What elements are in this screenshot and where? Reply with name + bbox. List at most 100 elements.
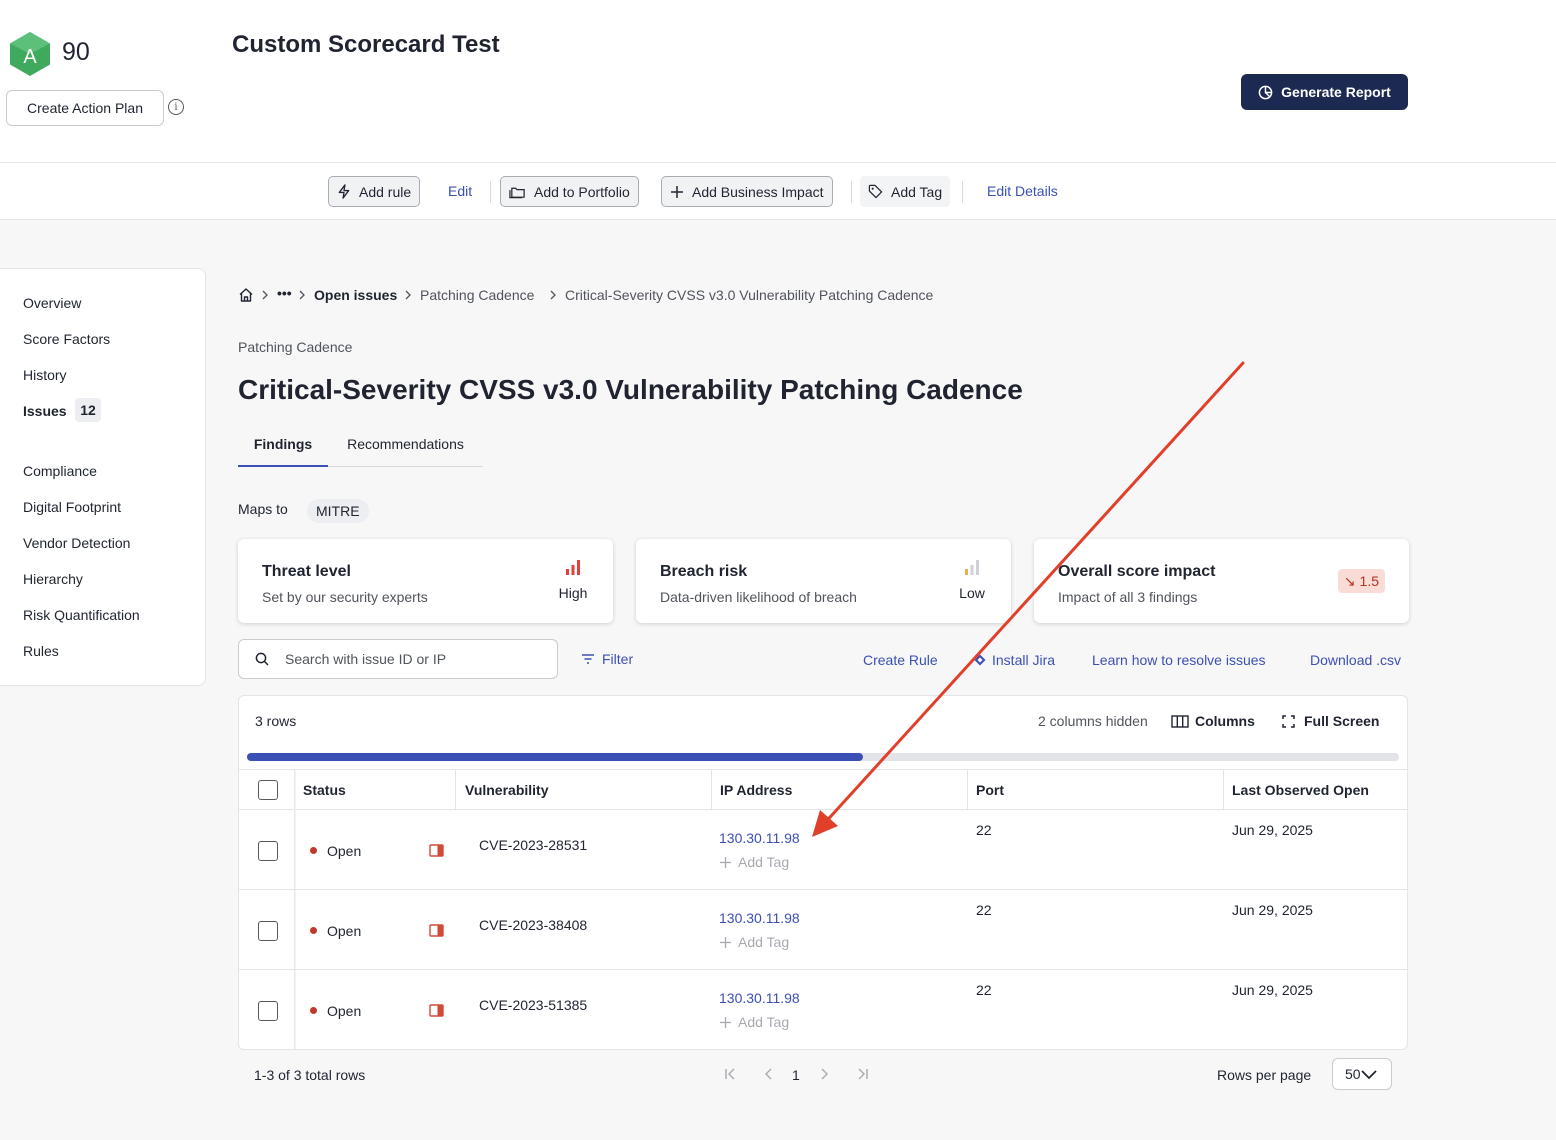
add-business-impact-button[interactable]: Add Business Impact — [661, 176, 833, 207]
rows-per-page-label: Rows per page — [1217, 1067, 1312, 1083]
column-header-status[interactable]: Status — [303, 770, 346, 810]
filter-button[interactable]: Filter — [581, 651, 633, 667]
info-icon[interactable]: i — [168, 99, 184, 115]
chevron-right-icon — [262, 290, 268, 300]
breadcrumb-current: Critical-Severity CVSS v3.0 Vulnerabilit… — [565, 287, 934, 303]
generate-report-button[interactable]: Generate Report — [1241, 74, 1408, 110]
table-row[interactable]: Open CVE-2023-38408 130.30.11.98 Add Tag… — [239, 890, 1407, 970]
expand-icon — [1282, 714, 1295, 728]
download-csv-link[interactable]: Download .csv — [1310, 652, 1401, 668]
filter-label: Filter — [602, 651, 634, 667]
card-subtitle: Impact of all 3 findings — [1058, 589, 1198, 605]
sidebar-item-score-factors[interactable]: Score Factors — [23, 331, 110, 347]
home-icon[interactable] — [238, 287, 254, 303]
columns-label: Columns — [1195, 713, 1255, 729]
rows-per-page-select[interactable]: 50 — [1332, 1058, 1392, 1090]
current-page[interactable]: 1 — [792, 1067, 800, 1083]
score-impact-card: Overall score impact Impact of all 3 fin… — [1034, 539, 1409, 623]
columns-button[interactable]: Columns — [1171, 713, 1255, 729]
score-impact-value: 1.5 — [1359, 573, 1379, 589]
score-value: 90 — [62, 38, 90, 66]
prev-page-icon[interactable] — [764, 1068, 774, 1080]
breadcrumb-patching-cadence[interactable]: Patching Cadence — [420, 287, 534, 303]
full-screen-label: Full Screen — [1304, 713, 1380, 729]
ip-address-link[interactable]: 130.30.11.98 — [719, 990, 800, 1006]
column-header-vulnerability[interactable]: Vulnerability — [465, 770, 549, 810]
sidebar-item-compliance[interactable]: Compliance — [23, 463, 97, 479]
horizontal-scrollbar[interactable] — [247, 753, 1399, 761]
mitre-chip[interactable]: MITRE — [307, 499, 369, 523]
add-tag-button[interactable]: Add Tag — [860, 176, 951, 207]
learn-how-link[interactable]: Learn how to resolve issues — [1092, 652, 1266, 668]
last-observed-date: Jun 29, 2025 — [1232, 822, 1313, 838]
ip-address-link[interactable]: 130.30.11.98 — [719, 830, 800, 846]
table-row[interactable]: Open CVE-2023-51385 130.30.11.98 Add Tag… — [239, 970, 1407, 1049]
section-label: Patching Cadence — [238, 339, 353, 355]
filter-icon — [582, 654, 594, 664]
rows-count: 3 rows — [255, 713, 297, 729]
signal-high-icon — [566, 560, 580, 575]
breadcrumb-open-issues[interactable]: Open issues — [314, 287, 397, 303]
add-business-impact-label: Add Business Impact — [692, 183, 824, 200]
column-header-last-observed[interactable]: Last Observed Open — [1232, 770, 1369, 810]
row-checkbox[interactable] — [258, 841, 278, 861]
add-rule-button[interactable]: Add rule — [328, 176, 421, 207]
sidebar-item-hierarchy[interactable]: Hierarchy — [23, 571, 83, 587]
total-rows-text: 1-3 of 3 total rows — [254, 1067, 366, 1083]
rows-per-page-value: 50 — [1345, 1066, 1361, 1082]
column-header-ip-address[interactable]: IP Address — [720, 770, 792, 810]
maps-to-label: Maps to — [238, 501, 288, 517]
edit-link[interactable]: Edit — [448, 183, 472, 199]
plus-icon — [720, 1016, 731, 1028]
full-screen-button[interactable]: Full Screen — [1282, 713, 1379, 729]
table-header: Status Vulnerability IP Address Port Las… — [239, 769, 1407, 810]
sidebar-item-issues[interactable]: Issues — [23, 403, 67, 419]
grade-badge-icon: A — [10, 32, 50, 76]
sidebar-item-history[interactable]: History — [23, 367, 67, 383]
grade-letter: A — [23, 46, 37, 68]
sidebar-item-risk-quantification[interactable]: Risk Quantification — [23, 607, 140, 623]
columns-hidden-text: 2 columns hidden — [1038, 713, 1148, 729]
column-header-port[interactable]: Port — [976, 770, 1004, 810]
add-tag-label: Add Tag — [891, 183, 943, 200]
edit-details-link[interactable]: Edit Details — [987, 183, 1058, 199]
next-page-icon[interactable] — [819, 1068, 829, 1080]
vulnerability-id: CVE-2023-28531 — [479, 837, 588, 853]
table-row[interactable]: Open CVE-2023-28531 130.30.11.98 Add Tag… — [239, 810, 1407, 890]
column-divider — [711, 770, 712, 810]
status-text: Open — [327, 1003, 362, 1019]
status-text: Open — [327, 923, 362, 939]
chevron-right-icon — [405, 290, 411, 300]
tab-recommendations[interactable]: Recommendations — [328, 424, 483, 467]
issue-card-icon[interactable] — [429, 924, 444, 937]
signal-low-icon — [965, 560, 979, 575]
toolbar-divider — [490, 181, 491, 203]
add-tag-button[interactable]: Add Tag — [719, 1014, 789, 1030]
select-all-checkbox[interactable] — [258, 780, 278, 800]
last-page-icon[interactable] — [857, 1068, 869, 1080]
add-tag-button[interactable]: Add Tag — [719, 934, 789, 950]
install-jira-link[interactable]: Install Jira — [992, 652, 1055, 668]
last-observed-date: Jun 29, 2025 — [1232, 902, 1313, 918]
port-value: 22 — [976, 902, 992, 918]
row-checkbox[interactable] — [258, 921, 278, 941]
ip-address-link[interactable]: 130.30.11.98 — [719, 910, 800, 926]
breadcrumb-ellipsis[interactable]: ••• — [277, 285, 292, 301]
tab-findings[interactable]: Findings — [238, 424, 328, 467]
sidebar-item-overview[interactable]: Overview — [23, 295, 81, 311]
issue-card-icon[interactable] — [429, 844, 444, 857]
search-input[interactable] — [285, 640, 545, 678]
create-action-plan-button[interactable]: Create Action Plan — [6, 90, 164, 126]
first-page-icon[interactable] — [724, 1068, 736, 1080]
sidebar-item-digital-footprint[interactable]: Digital Footprint — [23, 499, 121, 515]
create-rule-link[interactable]: Create Rule — [863, 652, 938, 668]
column-divider — [967, 770, 968, 810]
add-to-portfolio-button[interactable]: Add to Portfolio — [500, 176, 639, 207]
sidebar-item-rules[interactable]: Rules — [23, 643, 59, 659]
add-tag-button[interactable]: Add Tag — [719, 854, 789, 870]
row-checkbox[interactable] — [258, 1001, 278, 1021]
threat-level-card: Threat level Set by our security experts… — [238, 539, 613, 623]
issue-card-icon[interactable] — [429, 1004, 444, 1017]
scrollbar-thumb[interactable] — [247, 753, 864, 761]
sidebar-item-vendor-detection[interactable]: Vendor Detection — [23, 535, 130, 551]
